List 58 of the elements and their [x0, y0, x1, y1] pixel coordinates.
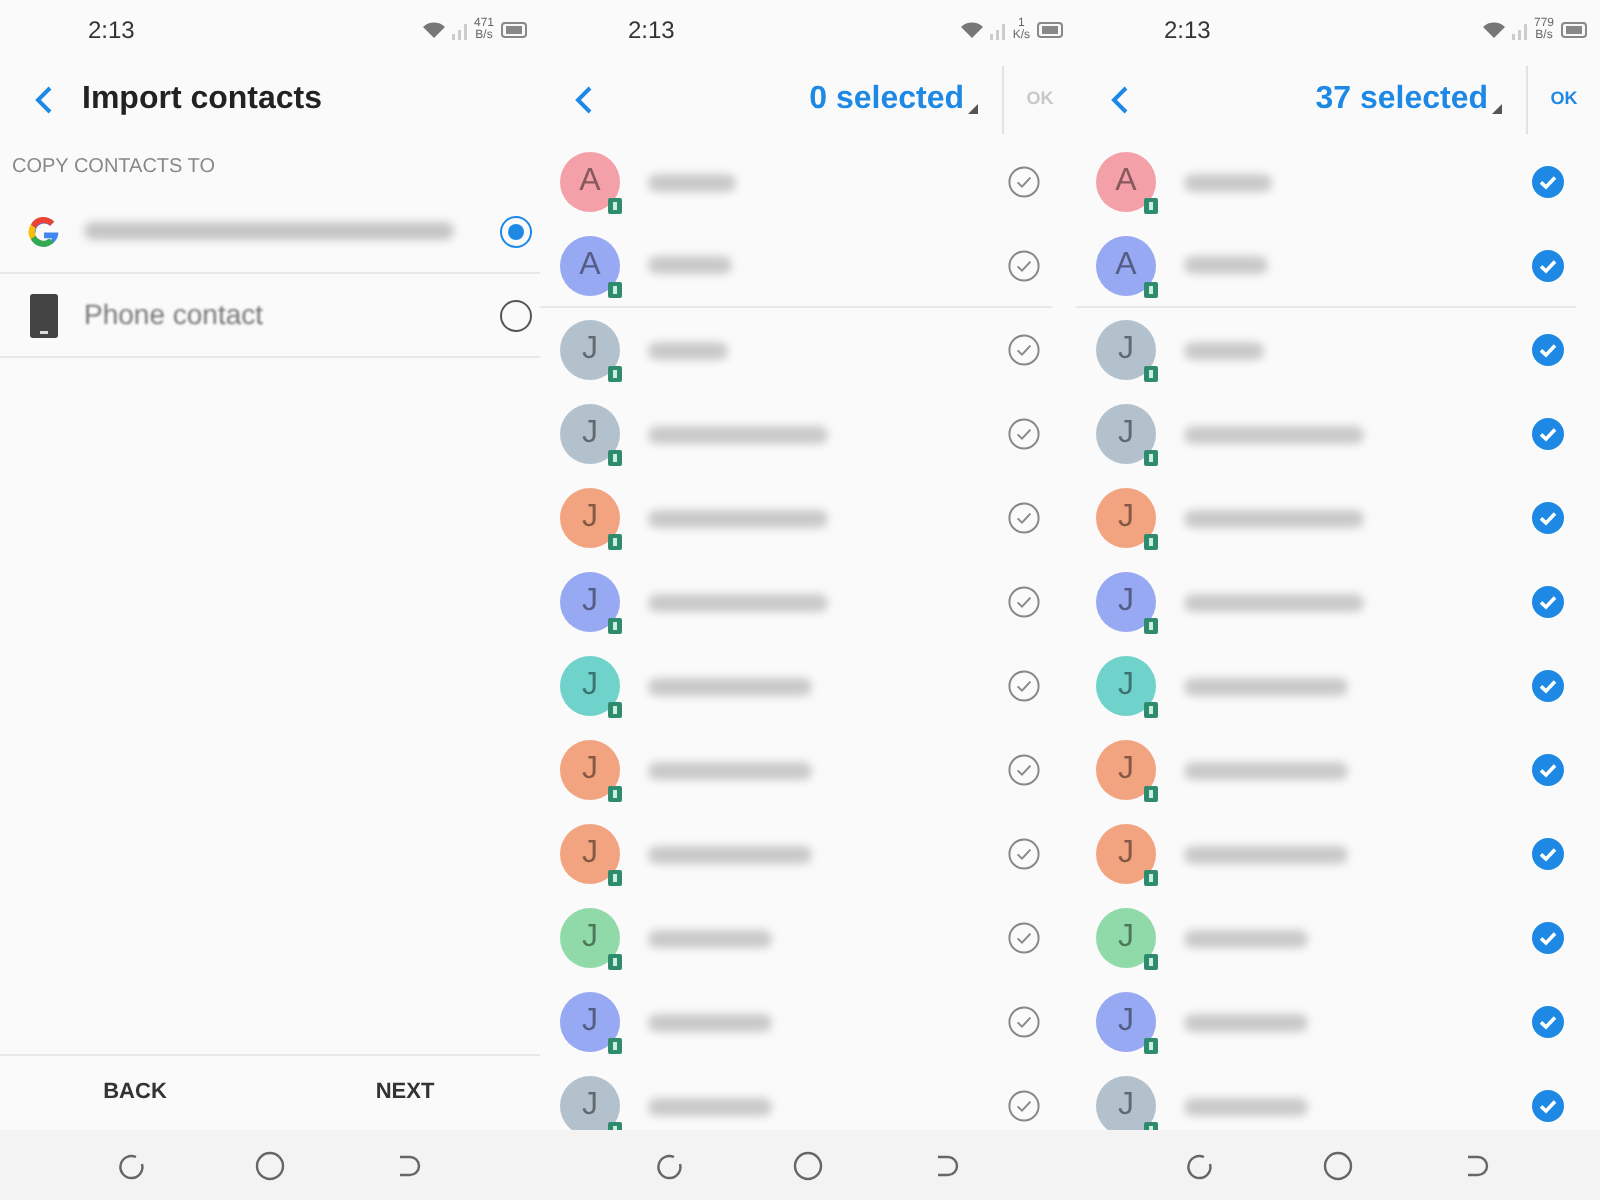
option-label: Phone contact — [84, 296, 264, 334]
contact-row[interactable]: J — [1076, 476, 1600, 560]
section-label: COPY CONTACTS TO — [10, 154, 217, 182]
contact-avatar: A — [560, 152, 620, 212]
contact-row[interactable]: J — [540, 560, 1076, 644]
contact-row[interactable]: A — [540, 140, 1076, 224]
status-time: 2:13 — [628, 14, 675, 48]
contact-row[interactable]: J — [540, 308, 1076, 392]
contact-row[interactable]: A — [1076, 224, 1576, 308]
contact-row[interactable]: J — [1076, 980, 1600, 1064]
contact-row[interactable]: J — [1076, 896, 1600, 980]
contact-avatar: J — [1096, 824, 1156, 884]
selection-count: 0 selected — [809, 80, 964, 120]
contact-row[interactable]: J — [540, 812, 1076, 896]
contact-avatar: J — [560, 908, 620, 968]
contact-avatar: J — [560, 656, 620, 716]
contact-avatar: J — [560, 824, 620, 884]
nav-button[interactable]: NEXT — [270, 1056, 540, 1130]
contact-avatar: J — [1096, 320, 1156, 380]
contact-row[interactable]: J — [540, 644, 1076, 728]
contact-avatar: J — [560, 320, 620, 380]
contact-avatar: J — [560, 992, 620, 1052]
account-option[interactable]: Phone contact — [0, 274, 540, 358]
contact-row[interactable]: J — [540, 980, 1076, 1064]
contact-avatar: J — [560, 740, 620, 800]
contact-row[interactable]: J — [540, 392, 1076, 476]
contact-avatar: J — [1096, 572, 1156, 632]
contact-avatar: A — [1096, 152, 1156, 212]
contact-avatar: J — [1096, 1076, 1156, 1130]
status-time: 2:13 — [1164, 14, 1211, 48]
contact-avatar: J — [1096, 908, 1156, 968]
contact-row[interactable]: J — [1076, 308, 1600, 392]
contact-row[interactable]: J — [540, 476, 1076, 560]
contact-avatar: J — [1096, 740, 1156, 800]
contact-avatar: J — [1096, 488, 1156, 548]
contact-row[interactable]: A — [540, 224, 1052, 308]
ok-button[interactable]: OK — [1528, 70, 1600, 130]
contact-row[interactable]: J — [540, 896, 1076, 980]
contact-avatar: A — [560, 235, 620, 295]
contact-avatar: J — [560, 404, 620, 464]
contact-row[interactable]: J — [1076, 560, 1600, 644]
contact-avatar: J — [560, 572, 620, 632]
contact-avatar: J — [1096, 992, 1156, 1052]
status-time: 2:13 — [88, 14, 135, 48]
contact-row[interactable]: J — [1076, 812, 1600, 896]
contact-avatar: J — [560, 488, 620, 548]
contact-avatar: J — [1096, 656, 1156, 716]
contact-row[interactable]: J — [1076, 392, 1600, 476]
contact-avatar: J — [560, 1076, 620, 1130]
contact-row[interactable]: J — [540, 728, 1076, 812]
contact-row[interactable]: J — [1076, 644, 1600, 728]
contact-row[interactable]: J — [1076, 728, 1600, 812]
nav-button[interactable]: BACK — [0, 1056, 270, 1130]
contact-avatar: J — [1096, 404, 1156, 464]
contact-avatar: A — [1096, 235, 1156, 295]
selection-count: 37 selected — [1315, 80, 1488, 120]
page-title: Import contacts — [82, 80, 323, 120]
contact-row[interactable]: A — [1076, 140, 1600, 224]
